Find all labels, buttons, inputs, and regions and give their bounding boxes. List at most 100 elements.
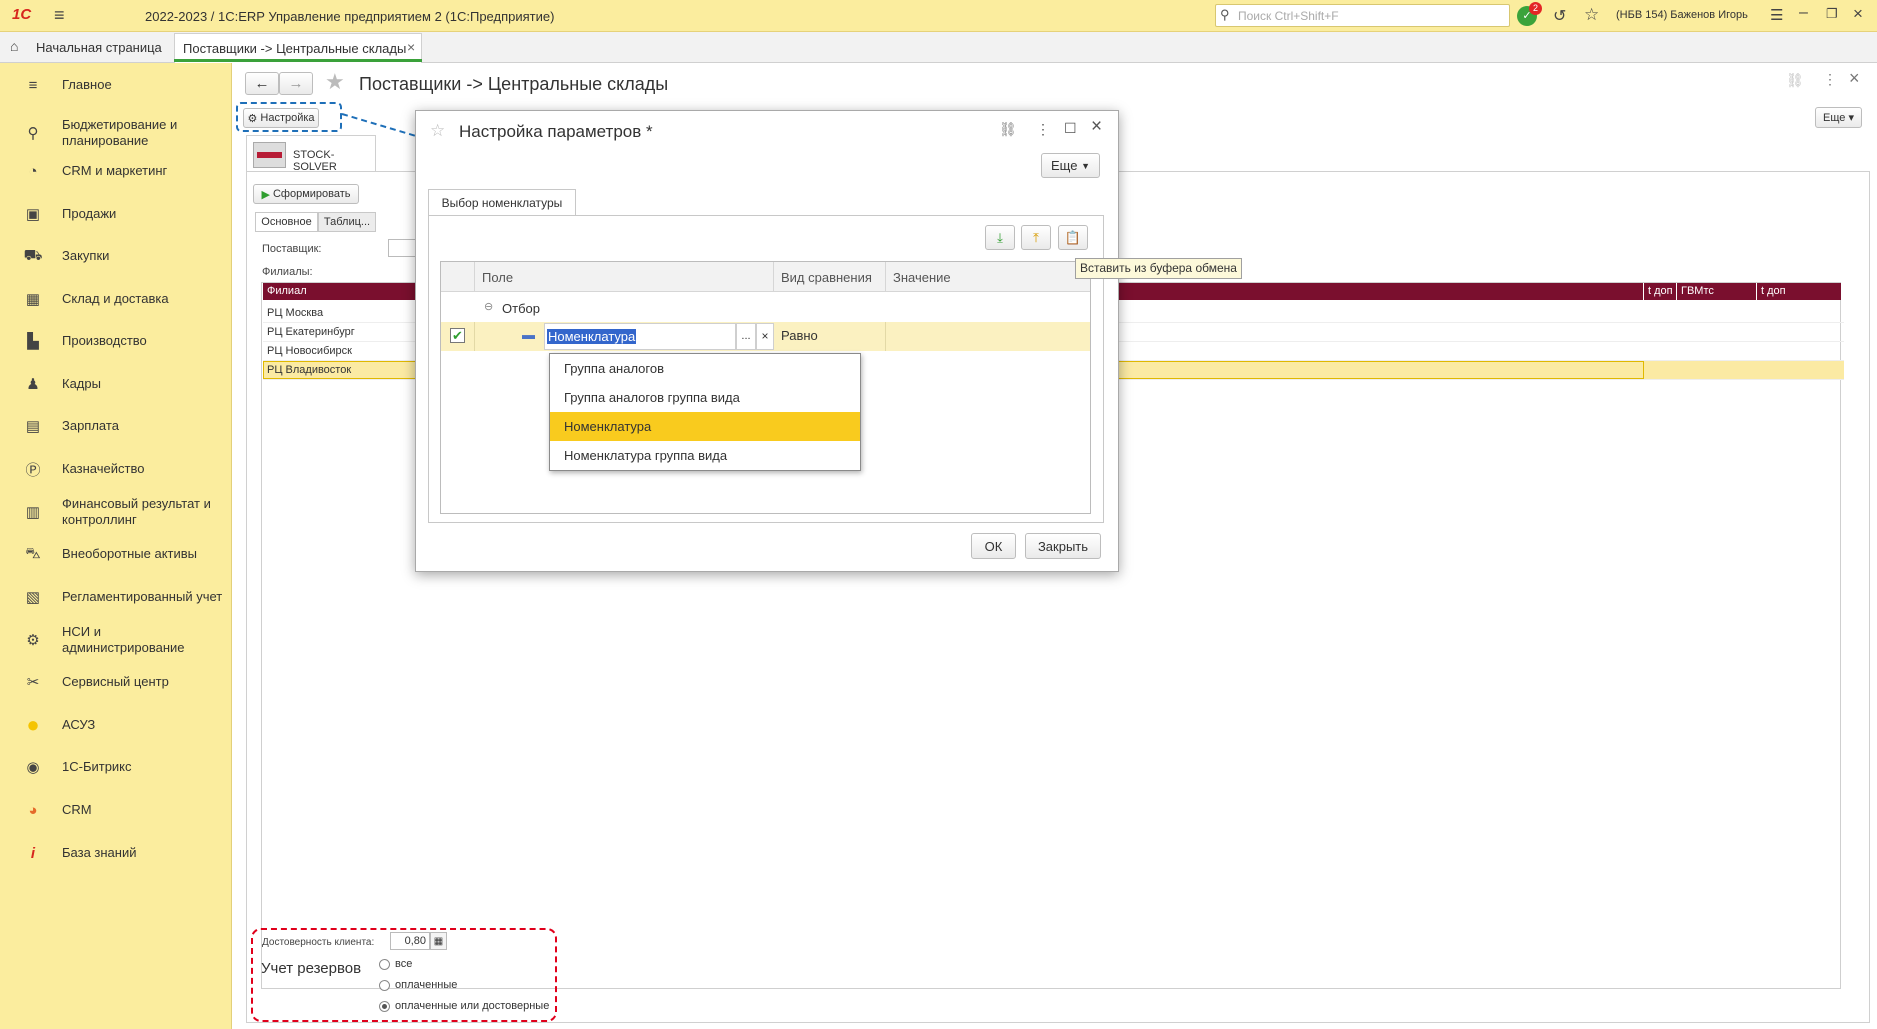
dialog-tab-label: Выбор номенклатуры — [441, 196, 563, 210]
sidebar-item[interactable]: i База знаний — [0, 843, 232, 863]
annotation-red-box — [251, 928, 557, 1022]
col-header-t-dop[interactable]: t доп — [1644, 283, 1677, 300]
sidebar-item-icon: ✂ — [26, 674, 40, 691]
form-close-icon[interactable]: × — [1849, 68, 1860, 89]
link-icon[interactable]: ⛓ — [1786, 72, 1804, 89]
history-icon[interactable]: ↺ — [1553, 6, 1566, 26]
sidebar-item[interactable]: ⚲ Бюджетирование и планирование — [0, 116, 232, 150]
sidebar-item[interactable]: ◕ CRM — [0, 800, 232, 820]
col-field-header[interactable]: Поле — [482, 270, 513, 285]
app-logo[interactable]: 1С — [12, 6, 31, 23]
dialog-link-icon[interactable]: ⛓ — [999, 121, 1017, 138]
back-button[interactable]: ← — [245, 72, 279, 95]
sidebar-item[interactable]: ▤ Зарплата — [0, 416, 232, 436]
restore-icon[interactable]: ❐ — [1826, 6, 1838, 22]
col-header-gvmts[interactable]: ГВМтс — [1677, 283, 1757, 300]
filter-row-checkbox[interactable]: ✔ — [450, 328, 465, 343]
form-more-button[interactable]: Еще ▾ — [1815, 107, 1862, 128]
col-divider — [474, 322, 475, 351]
sidebar-item[interactable]: ⛍ Внеоборотные активы — [0, 544, 232, 564]
col-divider — [773, 262, 774, 292]
sidebar-item[interactable]: ◔ CRM и маркетинг — [0, 161, 232, 181]
sidebar-item-label: CRM — [62, 802, 92, 817]
forward-button[interactable]: → — [279, 72, 313, 95]
dropdown-item[interactable]: Номенклатура группа вида — [550, 441, 860, 470]
ok-button[interactable]: ОК — [971, 533, 1016, 559]
sidebar-item[interactable]: ● АСУЗ — [0, 712, 232, 737]
tab-active-underline — [174, 59, 422, 62]
annotation-blue-box — [236, 102, 342, 132]
sidebar-item[interactable]: ▥ Финансовый результат и контроллинг — [0, 495, 232, 529]
collapse-group-icon[interactable]: ⊖ — [484, 300, 493, 313]
sidebar-item[interactable]: ▙ Производство — [0, 331, 232, 351]
user-name[interactable]: (НБВ 154) Баженов Игорь — [1616, 9, 1748, 21]
close-window-icon[interactable]: × — [1853, 4, 1863, 24]
comparison-value[interactable]: Равно — [781, 328, 818, 343]
sidebar-item[interactable]: ♟ Кадры — [0, 374, 232, 394]
annotation-blue-arrow — [341, 113, 417, 137]
notifications-badge: 2 — [1529, 2, 1542, 15]
col-value-header[interactable]: Значение — [893, 270, 951, 285]
favorite-star-icon[interactable]: ★ — [325, 69, 345, 95]
paste-clipboard-button[interactable]: 📋 — [1058, 225, 1088, 250]
stock-solver-logo — [253, 142, 286, 168]
settings-menu-icon[interactable]: ☰ — [1770, 6, 1783, 24]
sidebar-item[interactable]: ▣ Продажи — [0, 204, 232, 224]
minimize-icon[interactable]: – — [1799, 4, 1808, 22]
dropdown-item-label: Номенклатура — [564, 419, 652, 434]
generate-button[interactable]: ▶ Сформировать — [253, 184, 359, 204]
field-input-value: Номенклатура — [547, 329, 637, 344]
tab-main[interactable]: Основное — [255, 212, 318, 232]
sidebar-item[interactable]: ≡ Главное — [0, 75, 232, 95]
dialog-maximize-icon[interactable]: ☐ — [1064, 120, 1077, 137]
dialog-more-icon[interactable]: ⋮ — [1036, 121, 1050, 138]
col-header-t-dop-calc[interactable]: t доп расчётное — [1757, 283, 1842, 314]
sidebar-item-label: НСИ и администрирование — [62, 624, 185, 655]
sidebar-item[interactable]: ✂ Сервисный центр — [0, 672, 232, 692]
sidebar-item[interactable]: ▦ Склад и доставка — [0, 289, 232, 309]
sidebar-item-label: Главное — [62, 77, 112, 92]
dialog-more-button[interactable]: Еще ▼ — [1041, 153, 1100, 178]
dialog-tab-nomenclature[interactable]: Выбор номенклатуры — [428, 189, 576, 216]
form-more-icon[interactable]: ⋮ — [1823, 71, 1837, 88]
sidebar-item-label: Бюджетирование и планирование — [62, 117, 178, 148]
sidebar-item-label: 1С-Битрикс — [62, 759, 132, 774]
logo-mark — [257, 152, 282, 158]
field-input[interactable]: Номенклатура — [544, 323, 736, 350]
favorites-icon[interactable]: ☆ — [1584, 5, 1599, 25]
sidebar-item-label: Склад и доставка — [62, 291, 169, 306]
close-button[interactable]: Закрыть — [1025, 533, 1101, 559]
sidebar-item[interactable]: Ⓟ Казначейство — [0, 459, 232, 479]
group-row-label[interactable]: Отбор — [502, 301, 540, 316]
sidebar-item-label: Регламентированный учет — [62, 589, 223, 604]
tab-home-label: Начальная страница — [36, 40, 162, 55]
tab-close-icon[interactable]: × — [407, 39, 415, 55]
main-menu-icon[interactable]: ≡ — [54, 5, 65, 26]
dropdown-item-selected[interactable]: Номенклатура — [550, 412, 860, 441]
sidebar-item-label: Финансовый результат и контроллинг — [62, 496, 211, 527]
dropdown-item-label: Группа аналогов — [564, 361, 665, 376]
tab-home[interactable]: ⌂ Начальная страница — [0, 32, 172, 62]
sidebar-item-icon: ◉ — [26, 759, 40, 776]
supplier-input[interactable] — [388, 239, 416, 257]
sidebar-item[interactable]: ⚙ НСИ и администрирование — [0, 623, 232, 657]
dialog-star-icon[interactable]: ☆ — [430, 121, 445, 141]
tab-tables[interactable]: Таблиц... — [318, 212, 376, 232]
save-to-file-button[interactable]: ⤒ — [1021, 225, 1051, 250]
global-search-input[interactable]: ⚲ Поиск Ctrl+Shift+F — [1215, 4, 1510, 27]
sidebar-item[interactable]: ▧ Регламентированный учет — [0, 587, 232, 607]
field-select-button[interactable]: ... — [736, 323, 756, 350]
load-from-file-button[interactable]: ⤓ — [985, 225, 1015, 250]
paste-tooltip: Вставить из буфера обмена — [1075, 258, 1242, 279]
dropdown-item[interactable]: Группа аналогов группа вида — [550, 383, 860, 412]
sidebar-item[interactable]: ⛟ Закупки — [0, 246, 232, 266]
sidebar-item[interactable]: ◉ 1С-Битрикс — [0, 757, 232, 777]
field-clear-button[interactable]: × — [756, 323, 774, 350]
home-icon: ⌂ — [10, 38, 19, 54]
col-comparison-header[interactable]: Вид сравнения — [781, 270, 872, 285]
play-icon: ▶ — [261, 188, 270, 201]
filter-row[interactable]: ✔ ▬ Номенклатура ... × Равно — [441, 322, 1090, 351]
sidebar-item-label: Зарплата — [62, 418, 119, 433]
dropdown-item[interactable]: Группа аналогов — [550, 354, 860, 383]
dialog-close-icon[interactable]: × — [1091, 116, 1102, 138]
